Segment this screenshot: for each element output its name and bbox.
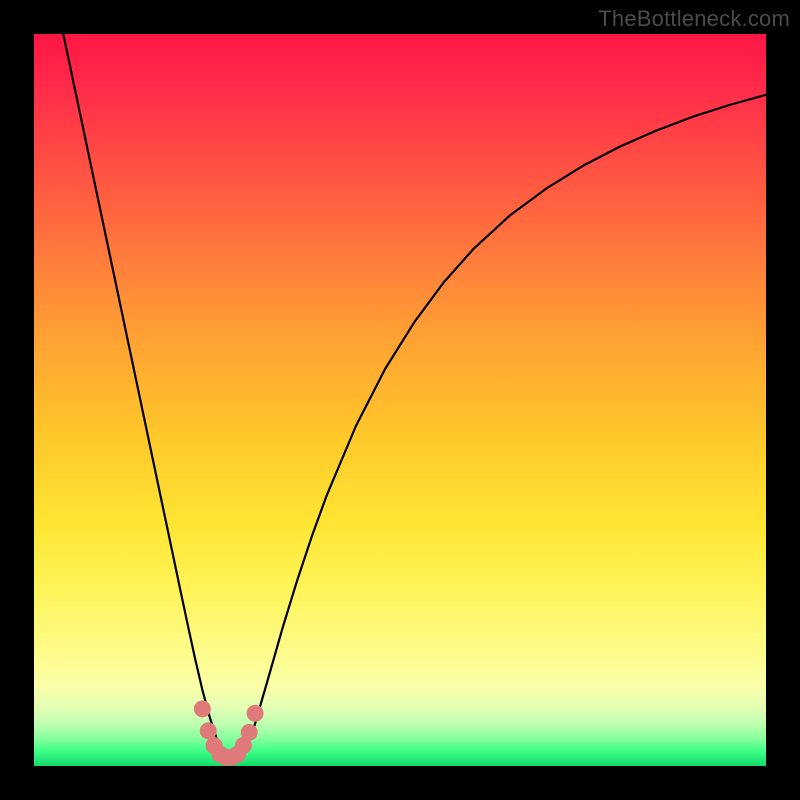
watermark-text: TheBottleneck.com: [598, 6, 790, 32]
outer-frame: TheBottleneck.com: [0, 0, 800, 800]
plot-area: [34, 34, 766, 766]
optimal-range-markers: [34, 34, 766, 766]
marker-dot: [194, 700, 211, 717]
marker-dot: [200, 722, 217, 739]
marker-dot: [241, 724, 258, 741]
marker-dot: [247, 705, 264, 722]
